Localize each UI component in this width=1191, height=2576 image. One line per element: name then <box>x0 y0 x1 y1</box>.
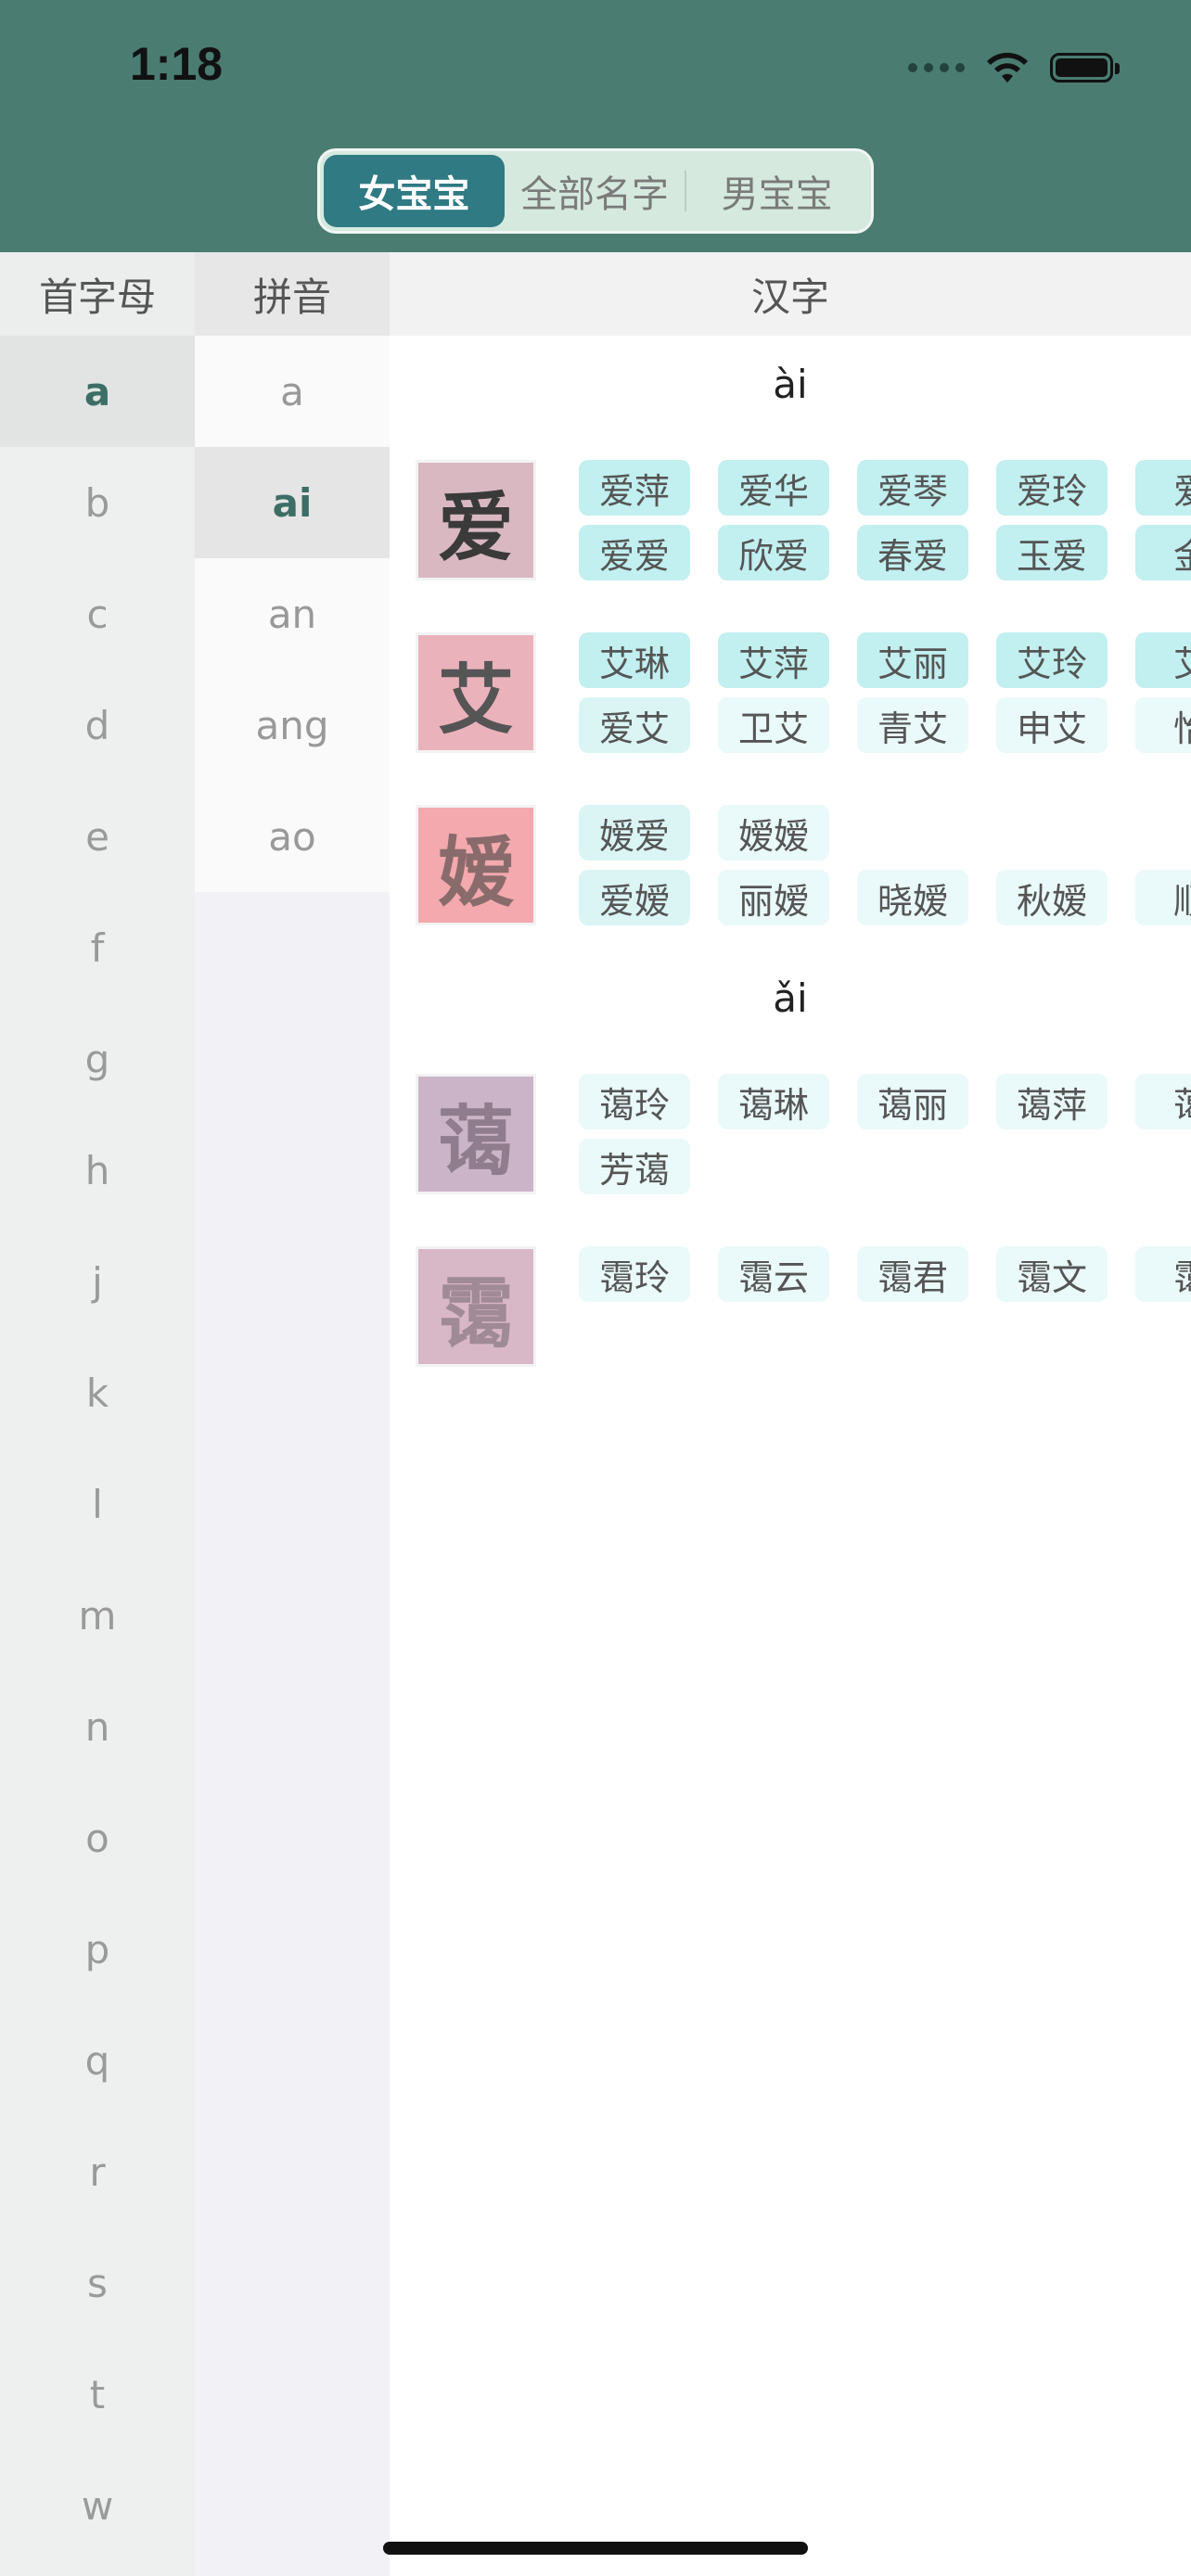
pinyin-item-ai[interactable]: ai <box>195 447 390 558</box>
letter-item-q[interactable]: q <box>0 2005 195 2116</box>
name-tags: 艾琳 艾萍 艾丽 艾玲 艾 爱艾 卫艾 青艾 申艾 怡 <box>579 632 1191 762</box>
name-tag[interactable]: 爱琴 <box>857 460 968 516</box>
pinyin-item-ao[interactable]: ao <box>195 781 390 892</box>
letter-item-c[interactable]: c <box>0 558 195 670</box>
cellular-signal-icon <box>908 63 965 72</box>
name-tags: 霭玲 霭云 霭君 霭文 霭 <box>579 1246 1191 1311</box>
pinyin-item-an[interactable]: an <box>195 558 390 670</box>
name-tag[interactable]: 春爱 <box>857 525 968 580</box>
name-tag[interactable]: 爱 <box>1135 460 1191 516</box>
name-tag[interactable]: 爱华 <box>718 460 829 516</box>
name-tag[interactable]: 蔼琳 <box>718 1074 829 1129</box>
name-tag[interactable]: 嫒嫒 <box>718 805 829 861</box>
pinyin-item-ang[interactable]: ang <box>195 670 390 781</box>
gender-segmented-control: 女宝宝 全部名字 男宝宝 <box>317 148 874 234</box>
status-time: 1:18 <box>130 38 224 90</box>
name-tag[interactable]: 丽嫒 <box>718 870 829 925</box>
initial-letter-list: a b c d e f g h j k l m n o p q r s t w <box>0 336 195 2576</box>
name-tag[interactable]: 晓嫒 <box>857 870 968 925</box>
name-tag[interactable]: 申艾 <box>996 697 1108 753</box>
letter-item-r[interactable]: r <box>0 2116 195 2227</box>
letter-item-b[interactable]: b <box>0 447 195 558</box>
tab-girl[interactable]: 女宝宝 <box>324 155 505 227</box>
name-tag[interactable]: 嫒爱 <box>579 805 690 861</box>
name-tag[interactable]: 金 <box>1135 525 1191 580</box>
name-tags: 爱萍 爱华 爱琴 爱玲 爱 爱爱 欣爱 春爱 玉爱 金 <box>579 460 1191 590</box>
name-tag[interactable]: 青艾 <box>857 697 968 753</box>
name-tags: 嫒爱 嫒嫒 爱嫒 丽嫒 晓嫒 秋嫒 顺 <box>579 805 1191 935</box>
column-header-initial: 首字母 <box>0 252 195 336</box>
name-tag[interactable]: 蔼萍 <box>996 1074 1108 1129</box>
name-tag[interactable]: 顺 <box>1135 870 1191 925</box>
pinyin-column: a ai an ang ao <box>195 336 390 2576</box>
name-tag[interactable]: 艾萍 <box>718 632 829 688</box>
hanzi-card[interactable]: 嫒 <box>416 805 536 925</box>
letter-item-p[interactable]: p <box>0 1894 195 2005</box>
letter-item-k[interactable]: k <box>0 1337 195 1448</box>
name-tag[interactable]: 艾玲 <box>996 632 1108 688</box>
name-tag[interactable]: 爱嫒 <box>579 870 690 925</box>
name-tag[interactable]: 蔼玲 <box>579 1074 690 1129</box>
hanzi-card[interactable]: 爱 <box>416 460 536 580</box>
name-tag[interactable]: 蔼丽 <box>857 1074 968 1129</box>
column-header-pinyin: 拼音 <box>195 252 390 336</box>
tab-boy[interactable]: 男宝宝 <box>686 155 867 227</box>
letter-item-f[interactable]: f <box>0 892 195 1003</box>
name-tag[interactable]: 怡 <box>1135 697 1191 753</box>
letter-item-w[interactable]: w <box>0 2450 195 2561</box>
name-tag[interactable]: 蔼 <box>1135 1074 1191 1129</box>
letter-item-h[interactable]: h <box>0 1115 195 1226</box>
name-tag[interactable]: 爱玲 <box>996 460 1108 516</box>
hanzi-card[interactable]: 蔼 <box>416 1074 536 1194</box>
letter-item-n[interactable]: n <box>0 1671 195 1782</box>
name-tags: 蔼玲 蔼琳 蔼丽 蔼萍 蔼 芳蔼 <box>579 1074 1191 1204</box>
home-indicator <box>383 2542 808 2555</box>
battery-icon <box>1050 53 1120 83</box>
letter-item-e[interactable]: e <box>0 781 195 892</box>
name-tag[interactable]: 艾丽 <box>857 632 968 688</box>
tone-header-ai4: ài <box>773 362 808 407</box>
wifi-icon <box>987 52 1028 83</box>
hanzi-content: ài 爱 爱萍 爱华 爱琴 爱玲 爱 爱爱 欣爱 春爱 玉爱 金 艾 艾琳 艾萍… <box>390 336 1191 2576</box>
column-header-hanzi: 汉字 <box>390 252 1191 336</box>
name-tag[interactable]: 霭云 <box>718 1246 829 1302</box>
letter-item-d[interactable]: d <box>0 670 195 781</box>
hanzi-card[interactable]: 霭 <box>416 1246 536 1367</box>
letter-item-s[interactable]: s <box>0 2227 195 2339</box>
name-tag[interactable]: 爱萍 <box>579 460 690 516</box>
name-tag[interactable]: 欣爱 <box>718 525 829 580</box>
status-icons <box>908 45 1120 91</box>
name-tag[interactable]: 芳蔼 <box>579 1139 690 1194</box>
name-tag[interactable]: 霭 <box>1135 1246 1191 1302</box>
letter-item-l[interactable]: l <box>0 1448 195 1560</box>
name-tag[interactable]: 艾琳 <box>579 632 690 688</box>
letter-item-t[interactable]: t <box>0 2339 195 2450</box>
pinyin-list: a ai an ang ao <box>195 336 390 892</box>
name-tag[interactable]: 爱爱 <box>579 525 690 580</box>
top-header: 1:18 女宝宝 全部名字 男宝宝 <box>0 0 1191 252</box>
letter-item-g[interactable]: g <box>0 1003 195 1115</box>
name-tag[interactable]: 爱艾 <box>579 697 690 753</box>
letter-item-m[interactable]: m <box>0 1560 195 1671</box>
name-tag[interactable]: 玉爱 <box>996 525 1108 580</box>
name-tag[interactable]: 霭文 <box>996 1246 1108 1302</box>
name-tag[interactable]: 霭君 <box>857 1246 968 1302</box>
tab-all-names[interactable]: 全部名字 <box>505 155 685 227</box>
name-tag[interactable]: 艾 <box>1135 632 1191 688</box>
letter-item-j[interactable]: j <box>0 1226 195 1337</box>
pinyin-item-a[interactable]: a <box>195 336 390 447</box>
hanzi-card[interactable]: 艾 <box>416 632 536 753</box>
name-tag[interactable]: 霭玲 <box>579 1246 690 1302</box>
letter-item-a[interactable]: a <box>0 336 195 447</box>
name-tag[interactable]: 卫艾 <box>718 697 829 753</box>
tone-header-ai3: ǎi <box>773 976 808 1021</box>
letter-item-o[interactable]: o <box>0 1782 195 1894</box>
name-tag[interactable]: 秋嫒 <box>996 870 1108 925</box>
